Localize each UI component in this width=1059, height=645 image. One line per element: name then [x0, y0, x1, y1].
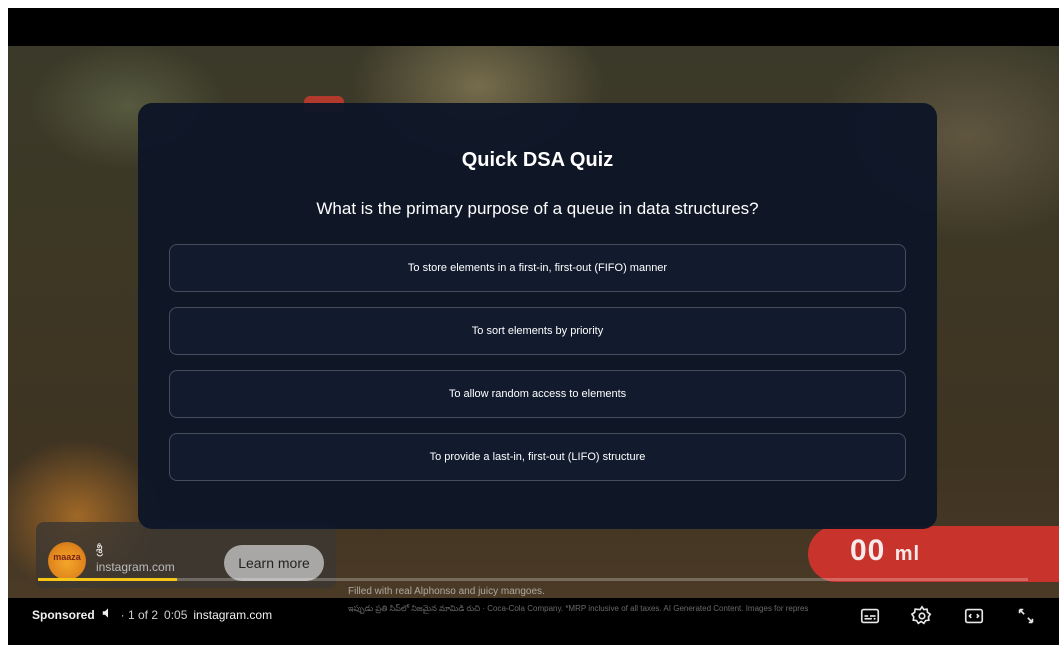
- settings-button[interactable]: [909, 604, 935, 628]
- quiz-question: What is the primary purpose of a queue i…: [316, 199, 759, 218]
- gear-icon: [911, 605, 932, 625]
- product-banner: [808, 526, 1059, 582]
- ad-info: Sponsored · 1 of 2 0:05 instagram.com: [32, 606, 272, 623]
- control-buttons: [857, 604, 1039, 628]
- quiz-title: Quick DSA Quiz: [461, 149, 614, 171]
- brand-logo: maaza: [48, 542, 86, 580]
- volume-number: 00: [850, 534, 886, 567]
- ad-domain-link[interactable]: instagram.com: [193, 608, 272, 622]
- ad-title: శ్రీ: [96, 542, 103, 556]
- player-controls: Sponsored · 1 of 2 0:05 instagram.com: [8, 596, 1059, 636]
- ad-count: · 1 of 2: [120, 607, 159, 622]
- fullscreen-icon: [1018, 608, 1034, 624]
- subtitles-icon: [860, 608, 880, 624]
- theater-mode-button[interactable]: [961, 604, 987, 628]
- progress-fill: [38, 578, 177, 581]
- brand-logo-text: maaza: [53, 552, 81, 562]
- quiz-overlay: Quick DSA Quiz What is the primary purpo…: [138, 103, 937, 529]
- volume-icon[interactable]: [101, 606, 115, 623]
- time-display: 0:05: [164, 607, 188, 622]
- product-volume-text: 00 ml: [850, 534, 920, 568]
- quiz-option-1[interactable]: To store elements in a first-in, first-o…: [169, 244, 906, 292]
- progress-bar[interactable]: [38, 578, 1028, 581]
- quiz-option-4[interactable]: To provide a last-in, first-out (LIFO) s…: [169, 433, 906, 481]
- quiz-options: To store elements in a first-in, first-o…: [169, 244, 906, 496]
- fullscreen-button[interactable]: [1013, 604, 1039, 628]
- ad-domain[interactable]: instagram.com: [96, 560, 175, 574]
- volume-unit: ml: [894, 543, 921, 565]
- video-player[interactable]: 00 ml Filled with real Alphonso and juic…: [8, 8, 1059, 645]
- quiz-option-2[interactable]: To sort elements by priority: [169, 307, 906, 355]
- quiz-option-3[interactable]: To allow random access to elements: [169, 370, 906, 418]
- sponsored-label: Sponsored: [32, 607, 95, 622]
- subtitles-button[interactable]: [857, 604, 883, 628]
- learn-more-button[interactable]: Learn more: [224, 545, 324, 581]
- theater-mode-icon: [964, 608, 984, 624]
